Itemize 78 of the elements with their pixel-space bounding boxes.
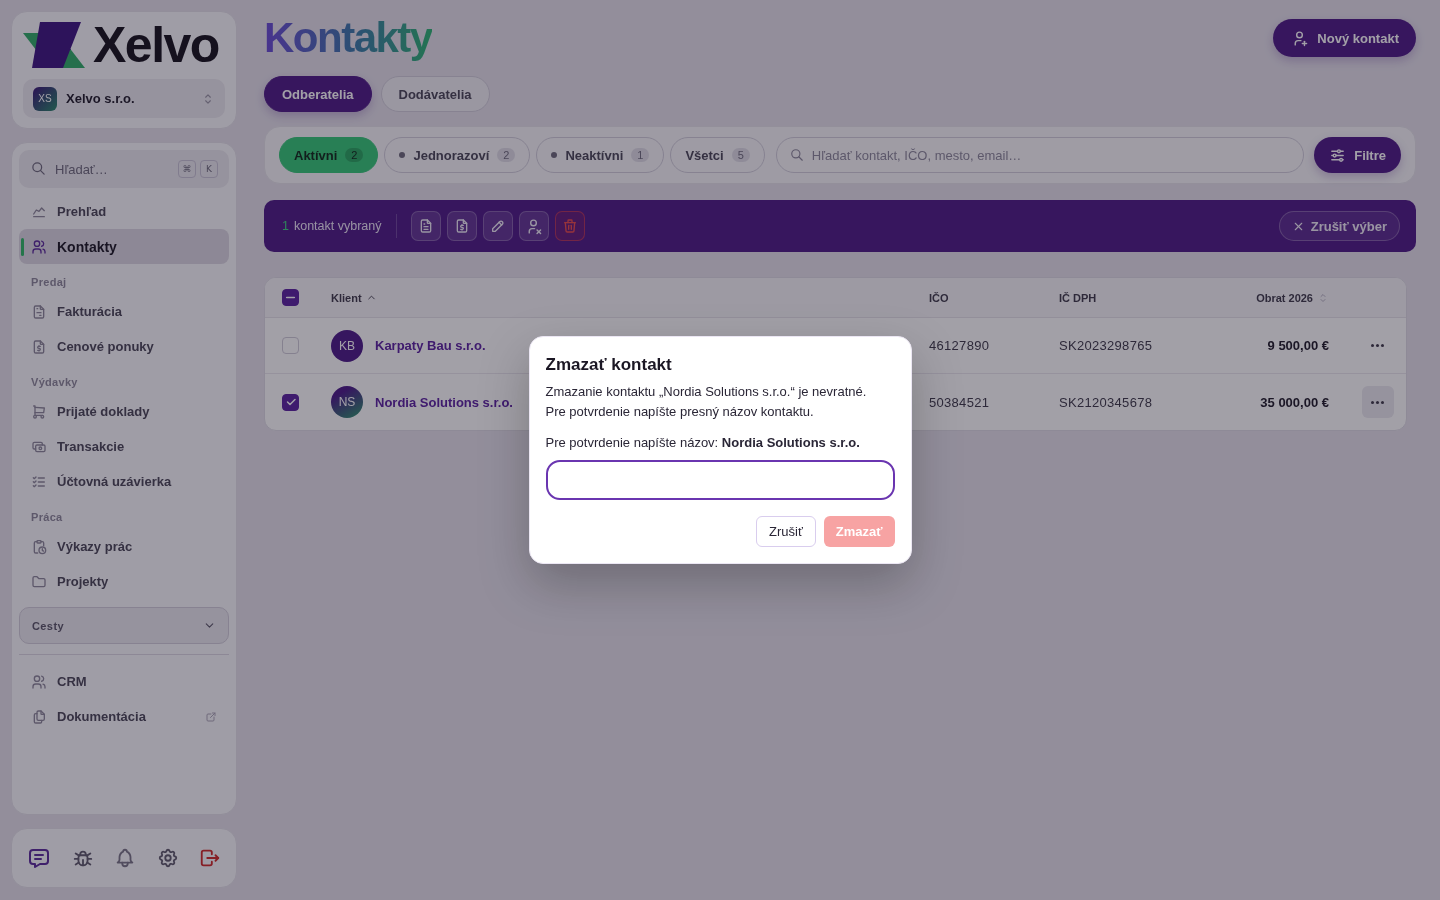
tab[interactable]: Odberatelia: [264, 76, 372, 112]
nav-link[interactable]: Dokumentácia: [19, 699, 229, 734]
client-name-link[interactable]: Karpaty Bau s.r.o.: [375, 338, 486, 353]
contact-search-field[interactable]: Hľadať kontakt, IČO, mesto, email…: [775, 137, 1305, 173]
table-cell-text: SK2023298765: [1059, 338, 1154, 353]
nav-section-heading: Výdavky: [30, 375, 79, 390]
column-header: IČ DPH: [1059, 291, 1097, 304]
nav-link[interactable]: Výkazy prác: [19, 529, 229, 564]
count-badge: 1: [631, 148, 650, 162]
cart-icon: [31, 403, 47, 420]
dialog-message: Zmazanie kontaktu „Nordia Solutions s.r.o.“ je nevratné.: [545, 383, 868, 401]
column-header: Klient: [331, 291, 362, 304]
nav-link[interactable]: Kontakty: [19, 229, 229, 264]
selected-count: 1: [282, 219, 289, 233]
logout-icon[interactable]: [199, 847, 221, 869]
search-icon: [31, 161, 46, 176]
column-header: Obrat 2026: [1256, 291, 1313, 304]
nav-section-heading: Práca: [30, 510, 64, 525]
dialog-title: Zmazať kontakt: [545, 354, 673, 376]
trash-icon: [561, 218, 578, 234]
client-avatar: KB: [331, 329, 363, 362]
nav-link[interactable]: Fakturácia: [19, 294, 229, 329]
chat-icon[interactable]: [27, 846, 51, 870]
clipboard-clock-icon: [31, 538, 47, 555]
status-filter-chip[interactable]: Neaktívni 1: [536, 137, 665, 173]
new-contact-button[interactable]: Nový kontakt: [1273, 19, 1416, 57]
sliders-icon: [1329, 146, 1347, 164]
settings-icon[interactable]: [156, 847, 179, 869]
row-menu-button[interactable]: [1361, 386, 1394, 418]
nav-link[interactable]: CRM: [19, 664, 229, 699]
confirm-name-input[interactable]: [545, 460, 895, 500]
shortcut-key: ⌘: [178, 160, 196, 178]
logo-mark-icon: [23, 22, 85, 68]
table-cell-text: 46127890: [929, 338, 991, 353]
select-all-checkbox[interactable]: [282, 289, 299, 306]
company-switcher[interactable]: XS Xelvo s.r.o.: [23, 79, 225, 118]
table-cell-text: SK2120345678: [1059, 394, 1154, 410]
table-cell-text: 9 500,00 €: [1266, 338, 1330, 353]
nav-link[interactable]: Projekty: [19, 564, 229, 599]
dialog-message: Pre potvrdenie napíšte presný názov kontaktu.: [545, 403, 815, 421]
file-dollar-icon: [31, 338, 47, 355]
cancel-button[interactable]: Zrušiť: [756, 516, 816, 547]
nav-section-heading: Predaj: [30, 275, 68, 290]
nav-link[interactable]: Prijaté doklady: [19, 394, 229, 429]
bell-icon[interactable]: [114, 847, 136, 869]
shortcut-key: K: [200, 160, 218, 178]
status-filter-chip[interactable]: Všetci 5: [670, 137, 765, 173]
users-icon: [31, 673, 47, 690]
row-checkbox[interactable]: [282, 393, 299, 411]
client-avatar: NS: [331, 386, 363, 418]
search-icon: [789, 148, 804, 162]
status-filter-chip[interactable]: Jednorazoví 2: [384, 137, 531, 173]
check-icon: [284, 396, 297, 408]
brand-logo-text: Xelvo: [93, 22, 219, 68]
folder-icon: [31, 573, 47, 590]
count-badge: 2: [497, 148, 516, 162]
more-icon: [1371, 344, 1384, 347]
client-name-link[interactable]: Nordia Solutions s.r.o.: [375, 394, 513, 410]
tab[interactable]: Dodávatelia: [380, 76, 490, 112]
count-badge: 5: [731, 148, 750, 162]
nav-link[interactable]: Prehľad: [19, 194, 229, 229]
column-header: IČO: [929, 291, 949, 304]
table-cell-text: 35 000,00 €: [1259, 394, 1330, 410]
table-cell-text: 50384521: [929, 394, 991, 410]
pencil-icon: [489, 218, 506, 234]
status-filter-chip[interactable]: Aktívni 2: [279, 137, 379, 173]
nav-group-toggle[interactable]: Cesty: [19, 607, 229, 644]
more-icon: [1371, 400, 1384, 404]
documents-icon: [31, 708, 47, 725]
nav-link[interactable]: Účtovná uzávierka: [19, 464, 229, 499]
filters-button[interactable]: Filtre: [1314, 137, 1401, 173]
nav-link[interactable]: Cenové ponuky: [19, 329, 229, 364]
document-icon: [31, 303, 47, 320]
company-avatar: XS: [33, 86, 57, 111]
users-icon: [31, 238, 47, 255]
nav-link[interactable]: Transakcie: [19, 429, 229, 464]
selection-label: kontakt vybraný: [293, 219, 382, 233]
confirm-label: Pre potvrdenie napíšte názov: Nordia Solutions s.r.o.: [545, 434, 861, 452]
